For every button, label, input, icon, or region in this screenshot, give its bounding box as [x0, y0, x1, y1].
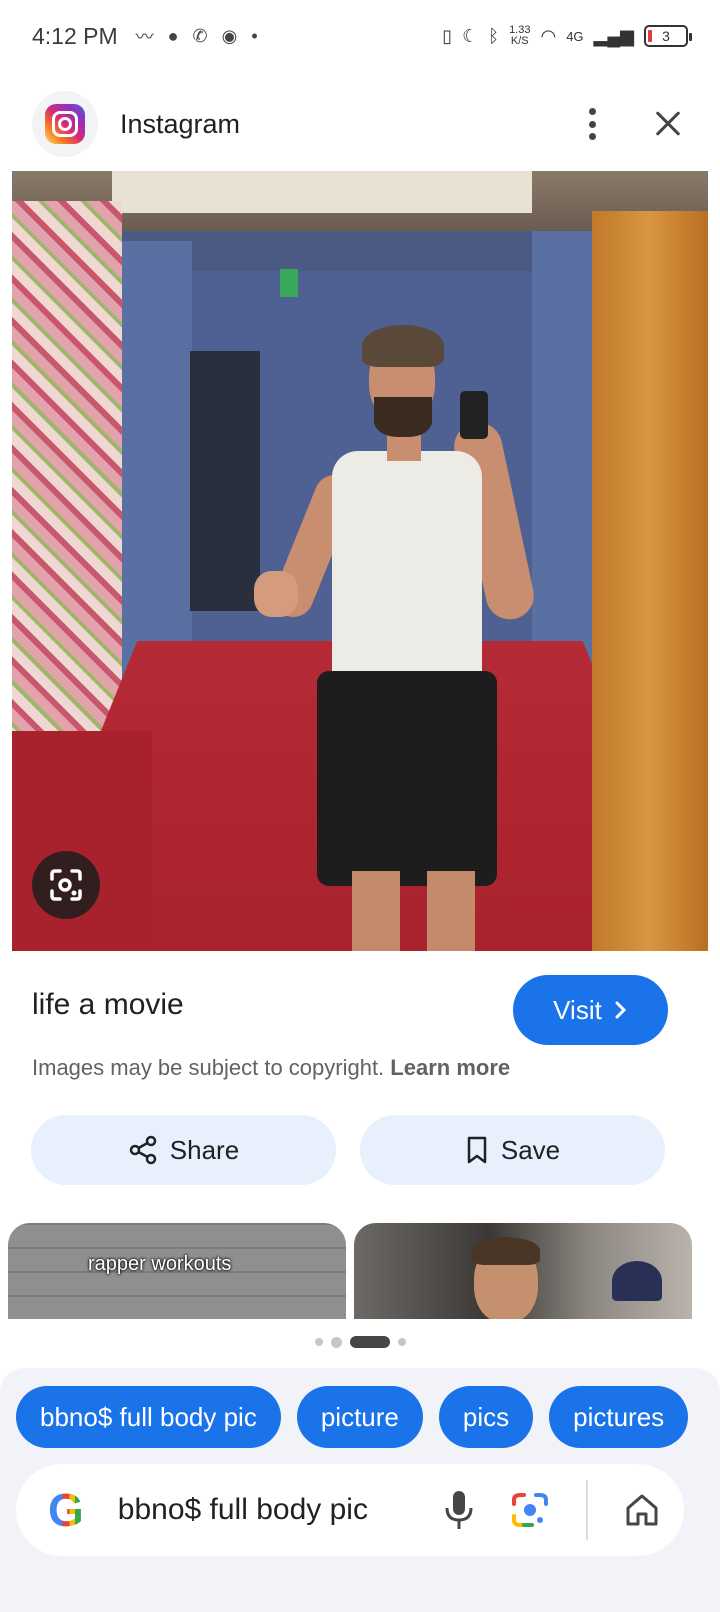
copyright-notice: Images may be subject to copyright. Lear…	[32, 1055, 510, 1081]
suggestion-chip[interactable]: pictures	[549, 1386, 689, 1448]
source-name[interactable]: Instagram	[120, 109, 240, 140]
bluetooth-icon: ᛒ	[488, 25, 500, 46]
search-bar[interactable]: G bbno$ full body pic	[16, 1464, 684, 1556]
share-icon	[129, 1135, 157, 1165]
screen-record-icon: ◉	[221, 25, 238, 46]
network-type: 4G	[566, 28, 584, 44]
share-button[interactable]: Share	[31, 1115, 336, 1185]
share-label: Share	[169, 1134, 240, 1165]
page-dot-active	[349, 1336, 390, 1348]
chevron-right-icon	[615, 1001, 626, 1019]
wifi-icon: ◠	[540, 25, 557, 46]
activity-icon: 〰	[135, 27, 154, 47]
battery-level: 3	[662, 28, 670, 44]
microphone-icon[interactable]	[444, 1489, 474, 1531]
source-header: Instagram	[0, 88, 720, 160]
suggestion-chip[interactable]: bbno$ full body pic	[16, 1386, 281, 1448]
page-dot	[314, 1338, 323, 1346]
battery-icon: 3	[644, 25, 692, 47]
signal-icon: ▂▄▆	[593, 25, 634, 46]
status-time: 4:12 PM	[32, 22, 118, 49]
google-logo-icon: G	[48, 1484, 84, 1536]
close-icon[interactable]	[648, 104, 688, 144]
do-not-disturb-icon: ☾	[462, 25, 479, 46]
bottom-search-panel: bbno$ full body pic picture pics picture…	[0, 1368, 720, 1612]
divider	[586, 1480, 588, 1540]
home-icon[interactable]	[624, 1492, 660, 1528]
suggestion-chip[interactable]: picture	[296, 1386, 423, 1448]
result-title: life a movie	[32, 988, 184, 1021]
save-button[interactable]: Save	[360, 1115, 665, 1185]
net-speed: 1.33 K/S	[509, 25, 530, 47]
pagination-indicator	[0, 1336, 720, 1348]
result-image[interactable]	[12, 171, 708, 951]
related-card-caption: rapper workouts	[88, 1253, 232, 1275]
visit-label: Visit	[553, 994, 602, 1025]
app-logo-button[interactable]	[32, 91, 98, 157]
search-query[interactable]: bbno$ full body pic	[118, 1493, 368, 1527]
instagram-icon	[45, 104, 85, 144]
suggestion-chip[interactable]: pics	[438, 1386, 534, 1448]
net-speed-unit: K/S	[510, 35, 529, 47]
bookmark-icon	[467, 1136, 487, 1164]
copyright-text: Images may be subject to copyright.	[32, 1055, 385, 1080]
related-card[interactable]	[354, 1223, 692, 1319]
status-bar: 4:12 PM 〰 ● ✆ ◉ • ▯ ☾ ᛒ 1.33 K/S ◠ 4G ▂▄…	[0, 0, 720, 72]
more-notifications-icon: •	[251, 25, 258, 46]
lens-icon	[50, 869, 82, 901]
more-options-icon[interactable]	[582, 104, 602, 144]
suggestion-chips: bbno$ full body pic picture pics picture…	[16, 1386, 689, 1448]
chat-icon: ●	[167, 25, 179, 46]
related-card[interactable]: rapper workouts	[8, 1223, 346, 1319]
page-dot	[330, 1336, 342, 1348]
vibrate-icon: ▯	[442, 25, 453, 46]
lens-camera-icon[interactable]	[510, 1490, 550, 1530]
lens-search-button[interactable]	[32, 851, 100, 919]
save-label: Save	[500, 1134, 561, 1165]
visit-button[interactable]: Visit	[513, 975, 668, 1045]
related-results: rapper workouts	[0, 1223, 720, 1319]
page-dot	[397, 1338, 406, 1346]
missed-call-icon: ✆	[192, 25, 208, 46]
learn-more-link[interactable]: Learn more	[390, 1055, 510, 1080]
